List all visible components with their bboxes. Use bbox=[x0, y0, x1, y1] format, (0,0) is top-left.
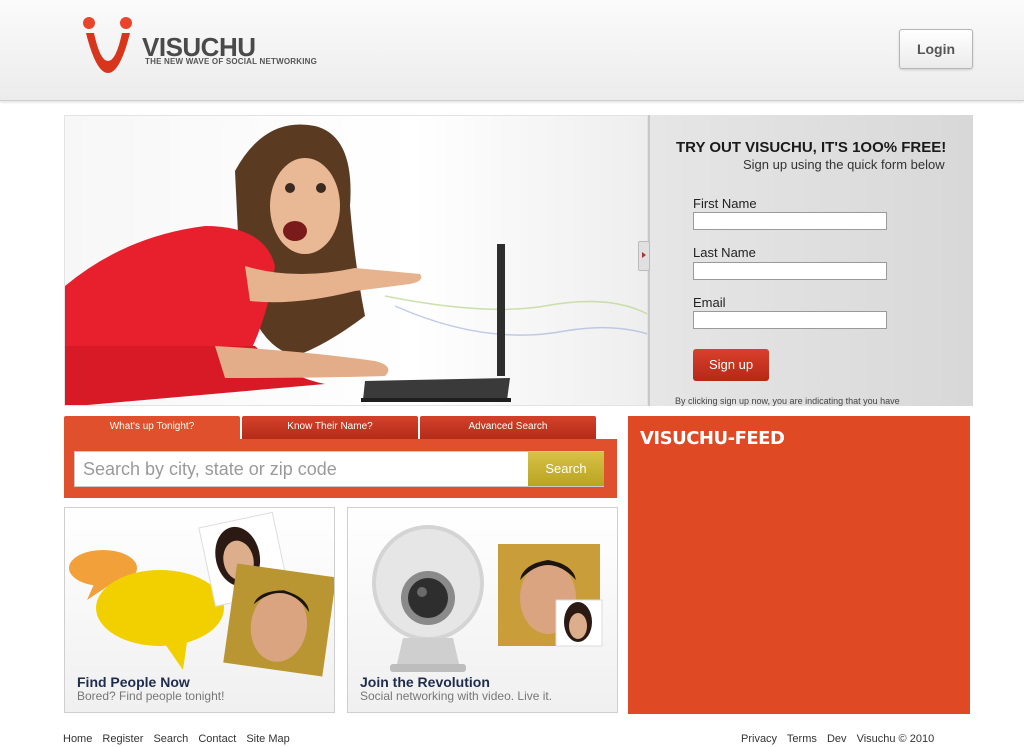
login-button[interactable]: Login bbox=[899, 29, 973, 69]
feed-title: VISUCHU-FEED bbox=[640, 428, 785, 449]
signup-panel: TRY OUT VISUCHU, IT'S 1OO% FREE! Sign up… bbox=[648, 115, 973, 406]
tab-whats-up-tonight[interactable]: What's up Tonight? bbox=[64, 416, 240, 439]
footer-link-contact[interactable]: Contact bbox=[198, 733, 236, 745]
email-field[interactable] bbox=[693, 311, 887, 329]
signup-terms-note: By clicking sign up now, you are indicat… bbox=[675, 396, 900, 406]
card-title: Find People Now bbox=[77, 674, 190, 690]
tab-advanced-search[interactable]: Advanced Search bbox=[420, 416, 596, 439]
footer-link-register[interactable]: Register bbox=[102, 733, 143, 745]
chat-bubbles-icon bbox=[69, 511, 334, 677]
feature-card-find-people[interactable]: Find People Now Bored? Find people tonig… bbox=[64, 507, 335, 713]
site-header: VISUCHU THE NEW WAVE OF SOCIAL NETWORKIN… bbox=[0, 0, 1024, 101]
footer-link-site-map[interactable]: Site Map bbox=[246, 733, 289, 745]
signup-title: TRY OUT VISUCHU, IT'S 1OO% FREE! bbox=[676, 139, 947, 156]
signup-button[interactable]: Sign up bbox=[693, 349, 769, 381]
card-title: Join the Revolution bbox=[360, 674, 490, 690]
search-placeholder: Search by city, state or zip code bbox=[83, 459, 337, 479]
card-subtitle: Bored? Find people tonight! bbox=[77, 689, 225, 703]
first-name-label: First Name bbox=[693, 196, 757, 211]
hero-illustration bbox=[65, 124, 647, 405]
email-label: Email bbox=[693, 295, 726, 310]
tab-know-their-name[interactable]: Know Their Name? bbox=[242, 416, 418, 439]
footer-left-links: Home Register Search Contact Site Map bbox=[63, 733, 297, 745]
footer-right-links: Privacy Terms Dev Visuchu © 2010 bbox=[741, 733, 941, 745]
first-name-field[interactable] bbox=[693, 212, 887, 230]
signup-subtitle: Sign up using the quick form below bbox=[743, 157, 945, 172]
logo[interactable]: VISUCHU THE NEW WAVE OF SOCIAL NETWORKIN… bbox=[78, 15, 338, 75]
last-name-label: Last Name bbox=[693, 245, 756, 260]
footer-link-privacy[interactable]: Privacy bbox=[741, 733, 777, 745]
footer-link-dev[interactable]: Dev bbox=[827, 733, 847, 745]
panel-toggle-handle[interactable] bbox=[638, 241, 650, 271]
visuchu-logo-mark-icon bbox=[83, 17, 132, 73]
footer-link-terms[interactable]: Terms bbox=[787, 733, 817, 745]
card-subtitle: Social networking with video. Live it. bbox=[360, 689, 553, 703]
last-name-field[interactable] bbox=[693, 262, 887, 280]
footer-link-home[interactable]: Home bbox=[63, 733, 92, 745]
hero-banner bbox=[64, 115, 648, 406]
footer-copyright: Visuchu © 2010 bbox=[856, 733, 935, 745]
webcam-icon bbox=[372, 525, 603, 672]
logo-tagline: THE NEW WAVE OF SOCIAL NETWORKING bbox=[145, 57, 318, 66]
footer-link-search[interactable]: Search bbox=[153, 733, 188, 745]
visuchu-feed-panel: VISUCHU-FEED bbox=[628, 416, 970, 714]
feature-card-join-revolution[interactable]: Join the Revolution Social networking wi… bbox=[347, 507, 618, 713]
search-button[interactable]: Search bbox=[528, 452, 604, 486]
search-input[interactable]: Search by city, state or zip code bbox=[74, 451, 604, 487]
search-panel: Search by city, state or zip code Search bbox=[64, 439, 617, 498]
